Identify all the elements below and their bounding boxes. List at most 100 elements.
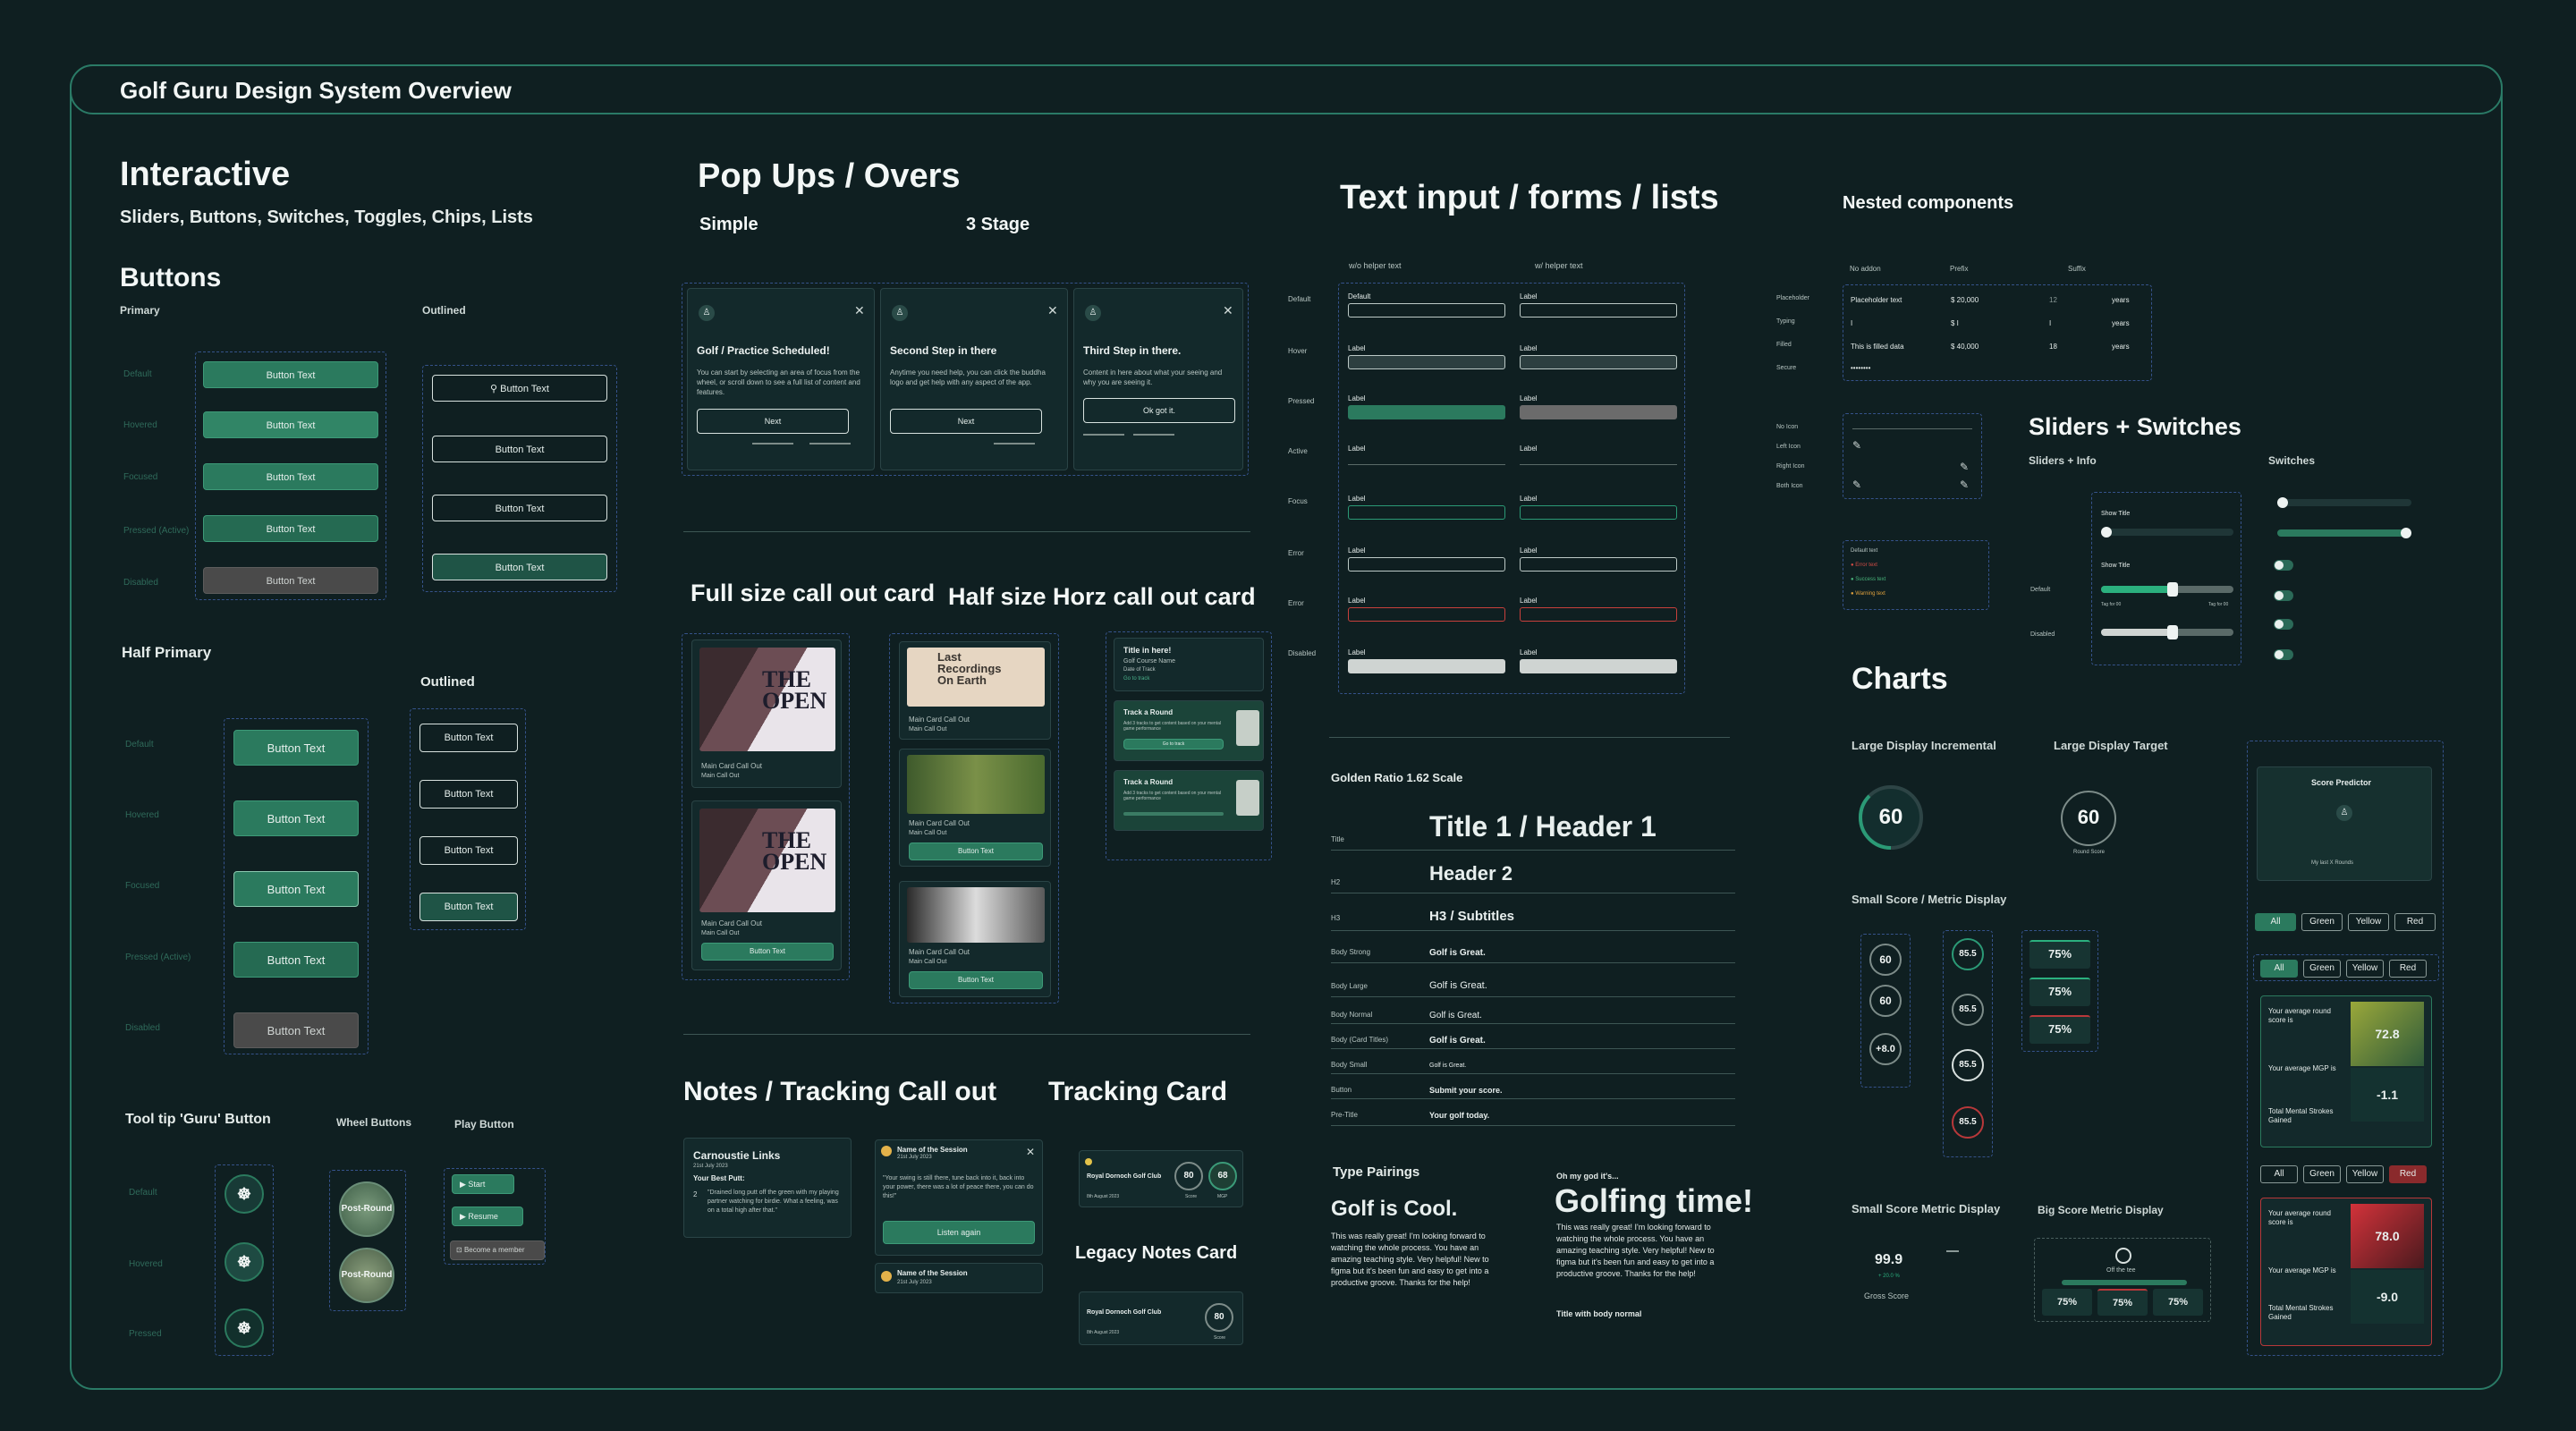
primary-button-hover[interactable]: Button Text bbox=[203, 411, 378, 438]
switch-slider-track[interactable] bbox=[2277, 499, 2411, 506]
close-icon[interactable]: ✕ bbox=[1047, 303, 1058, 318]
legacy-notes-card[interactable]: Royal Dornoch Golf Club 8th August 2023 … bbox=[1079, 1291, 1243, 1345]
primary-button-disabled: Button Text bbox=[203, 567, 378, 594]
half-button-focused[interactable]: Button Text bbox=[233, 871, 359, 907]
text-input-focus[interactable] bbox=[1520, 505, 1677, 520]
half-button-hover[interactable]: Button Text bbox=[233, 800, 359, 836]
primary-button-default[interactable]: Button Text bbox=[203, 361, 378, 388]
toggle-switch[interactable] bbox=[2274, 560, 2293, 571]
toggle-switch[interactable] bbox=[2274, 590, 2293, 601]
resume-button[interactable]: ▶ Resume bbox=[452, 1207, 523, 1226]
tracking-card[interactable]: Royal Dornoch Golf Club 8th August 2023 … bbox=[1079, 1150, 1243, 1207]
track-card[interactable]: Track a Round Add 3 tracks to get conten… bbox=[1114, 700, 1264, 761]
half-outlined-pressed[interactable]: Button Text bbox=[419, 893, 518, 921]
text-input[interactable] bbox=[1348, 557, 1505, 572]
text-input-pressed[interactable] bbox=[1520, 405, 1677, 419]
switch-slider-thumb[interactable] bbox=[2401, 528, 2411, 538]
callout-card[interactable]: THE OPEN Main Card Call Out Main Call Ou… bbox=[691, 800, 842, 970]
filter-chip-all[interactable]: All bbox=[2260, 960, 2298, 978]
text-input-hover[interactable] bbox=[1520, 355, 1677, 369]
half-button-pressed[interactable]: Button Text bbox=[233, 942, 359, 978]
next-button[interactable]: Next bbox=[890, 409, 1042, 434]
field-value[interactable]: Placeholder text bbox=[1851, 296, 1902, 304]
text-input[interactable] bbox=[1520, 557, 1677, 572]
text-input-hover[interactable] bbox=[1348, 355, 1505, 369]
filter-chip-all[interactable]: All bbox=[2260, 1165, 2298, 1183]
prefix-value[interactable]: $ I bbox=[1951, 319, 1959, 327]
callout-card[interactable]: Main Card Call Out Main Call Out Button … bbox=[899, 749, 1051, 867]
field-underline[interactable] bbox=[1852, 428, 1972, 429]
close-icon[interactable]: ✕ bbox=[1026, 1146, 1035, 1158]
outlined-button-focused[interactable]: Button Text bbox=[432, 495, 607, 521]
filter-chip-green[interactable]: Green bbox=[2303, 960, 2341, 978]
half-outlined-hover[interactable]: Button Text bbox=[419, 780, 518, 809]
half-button-default[interactable]: Button Text bbox=[233, 730, 359, 766]
callout-button[interactable]: Button Text bbox=[909, 843, 1043, 860]
callout-card[interactable]: THE OPEN Main Card Call Out Main Call Ou… bbox=[691, 639, 842, 788]
filter-chip-yellow[interactable]: Yellow bbox=[2346, 960, 2384, 978]
half-outlined-focused[interactable]: Button Text bbox=[419, 836, 518, 865]
go-link[interactable]: Go to track bbox=[1123, 676, 1149, 682]
text-input[interactable] bbox=[1348, 303, 1505, 318]
start-button[interactable]: ▶ Start bbox=[452, 1174, 514, 1194]
filter-chip-all[interactable]: All bbox=[2255, 913, 2296, 931]
toggle-switch[interactable] bbox=[2274, 619, 2293, 630]
filter-chip-red[interactable]: Red bbox=[2394, 913, 2436, 931]
switch-slider-thumb[interactable] bbox=[2277, 497, 2288, 508]
session-card-collapsed[interactable]: Name of the Session 21st July 2023 bbox=[875, 1263, 1043, 1293]
post-round-wheel-button[interactable]: Post-Round bbox=[339, 1248, 394, 1303]
outlined-button-pressed[interactable]: Button Text bbox=[432, 554, 607, 580]
field-value[interactable]: I bbox=[1851, 319, 1852, 327]
track-card[interactable]: Track a Round Add 3 tracks to get conten… bbox=[1114, 770, 1264, 831]
field-label: Label bbox=[1520, 546, 1538, 555]
filter-chip-green[interactable]: Green bbox=[2303, 1165, 2341, 1183]
guru-icon[interactable]: ☸ bbox=[225, 1174, 264, 1214]
secure-value[interactable]: •••••••• bbox=[1851, 364, 1870, 372]
primary-button-pressed[interactable]: Button Text bbox=[203, 515, 378, 542]
field-value[interactable]: This is filled data bbox=[1851, 343, 1904, 351]
session-card[interactable]: Name of the Session 21st July 2023 ✕ "Yo… bbox=[875, 1139, 1043, 1256]
text-input-focus[interactable] bbox=[1348, 505, 1505, 520]
callout-card[interactable]: Last Recordings On Earth Main Card Call … bbox=[899, 641, 1051, 740]
guru-icon[interactable]: ☸ bbox=[225, 1308, 264, 1348]
close-icon[interactable]: ✕ bbox=[854, 303, 865, 318]
suffix-value[interactable]: I bbox=[2049, 319, 2051, 327]
slider-track[interactable] bbox=[2101, 529, 2233, 536]
text-input-underline[interactable] bbox=[1348, 464, 1505, 465]
prefix-value[interactable]: $ 40,000 bbox=[1951, 343, 1979, 351]
suffix-value[interactable]: 12 bbox=[2049, 296, 2057, 304]
filter-chip-yellow[interactable]: Yellow bbox=[2348, 913, 2389, 931]
outlined-button-default[interactable]: ⚲ Button Text bbox=[432, 375, 607, 402]
ok-button[interactable]: Ok got it. bbox=[1083, 398, 1235, 423]
post-round-wheel-button[interactable]: Post-Round bbox=[339, 1181, 394, 1237]
suffix-value[interactable]: 18 bbox=[2049, 343, 2057, 351]
half-outlined-default[interactable]: Button Text bbox=[419, 724, 518, 752]
notes-card[interactable]: Carnoustie Links 21st July 2023 Your Bes… bbox=[683, 1138, 852, 1238]
text-input-pressed[interactable] bbox=[1348, 405, 1505, 419]
course-card[interactable]: Title in here! Golf Course Name Date of … bbox=[1114, 638, 1264, 691]
filter-chip-red[interactable]: Red bbox=[2389, 960, 2427, 978]
callout-button[interactable]: Button Text bbox=[701, 943, 834, 961]
callout-button[interactable]: Button Text bbox=[909, 971, 1043, 989]
toggle-switch[interactable] bbox=[2274, 649, 2293, 660]
filter-chip-yellow[interactable]: Yellow bbox=[2346, 1165, 2384, 1183]
text-input-underline[interactable] bbox=[1520, 464, 1677, 465]
primary-button-focused[interactable]: Button Text bbox=[203, 463, 378, 490]
slider-thumb[interactable] bbox=[2101, 527, 2112, 538]
go-button[interactable]: Go to track bbox=[1123, 739, 1224, 749]
outlined-button-hover[interactable]: Button Text bbox=[432, 436, 607, 462]
text-input-error[interactable] bbox=[1520, 607, 1677, 622]
text-input-error[interactable] bbox=[1348, 607, 1505, 622]
guru-icon[interactable]: ☸ bbox=[225, 1242, 264, 1282]
prefix-value[interactable]: $ 20,000 bbox=[1951, 296, 1979, 304]
switch-slider-track[interactable] bbox=[2277, 529, 2411, 537]
slider-thumb[interactable] bbox=[2167, 582, 2178, 597]
listen-again-button[interactable]: Listen again bbox=[883, 1221, 1035, 1244]
filter-chip-green[interactable]: Green bbox=[2301, 913, 2343, 931]
become-member-button[interactable]: ⊡ Become a member bbox=[450, 1240, 545, 1260]
filter-chip-red[interactable]: Red bbox=[2389, 1165, 2427, 1183]
callout-card[interactable]: Main Card Call Out Main Call Out Button … bbox=[899, 881, 1051, 997]
close-icon[interactable]: ✕ bbox=[1223, 303, 1233, 318]
next-button[interactable]: Next bbox=[697, 409, 849, 434]
text-input[interactable] bbox=[1520, 303, 1677, 318]
